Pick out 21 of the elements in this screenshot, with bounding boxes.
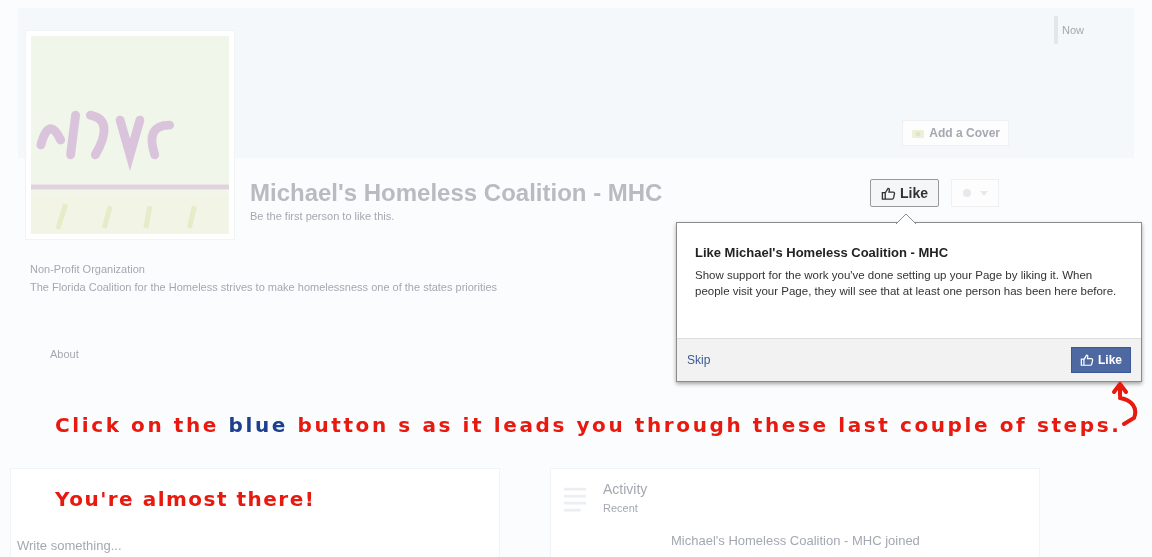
popup-title: Like Michael's Homeless Coalition - MHC — [695, 244, 950, 262]
add-cover-button[interactable]: Add a Cover — [902, 120, 1009, 146]
activity-title: Activity — [603, 480, 648, 499]
popup-body-text: Show support for the work you've done setting up your Page by liking it. When people visit your Page, they will see that at least one person has been here before. — [695, 267, 1118, 299]
about-tab[interactable]: About — [50, 345, 79, 362]
encouragement-annotation: You're almost there! — [55, 486, 316, 513]
description-text: The Florida Coalition for the Homeless strives to make homelessness one of the states priorities — [30, 280, 498, 295]
thumbs-up-icon — [1080, 353, 1094, 367]
instruction-annotation: Click on the blue button s as it leads you through these last couple of steps. — [55, 412, 1122, 439]
timeline-now-label[interactable]: Now — [1062, 21, 1084, 39]
skip-link[interactable]: Skip — [687, 351, 711, 369]
post-input-field[interactable]: Write something... — [17, 538, 122, 553]
camera-icon — [911, 127, 926, 139]
thumbs-up-icon — [881, 185, 896, 201]
confirm-like-button[interactable]: Like — [1071, 347, 1131, 373]
like-button[interactable]: Like — [870, 179, 939, 207]
category-text: Non-Profit Organization — [30, 261, 145, 277]
activity-entry-text: Michael's Homeless Coalition - MHC joined — [671, 531, 921, 550]
activity-subtitle: Recent — [603, 501, 639, 516]
page-title: Michael's Homeless Coalition - MHC — [250, 178, 664, 208]
likes-count-text: Be the first person to like this. — [250, 209, 395, 224]
